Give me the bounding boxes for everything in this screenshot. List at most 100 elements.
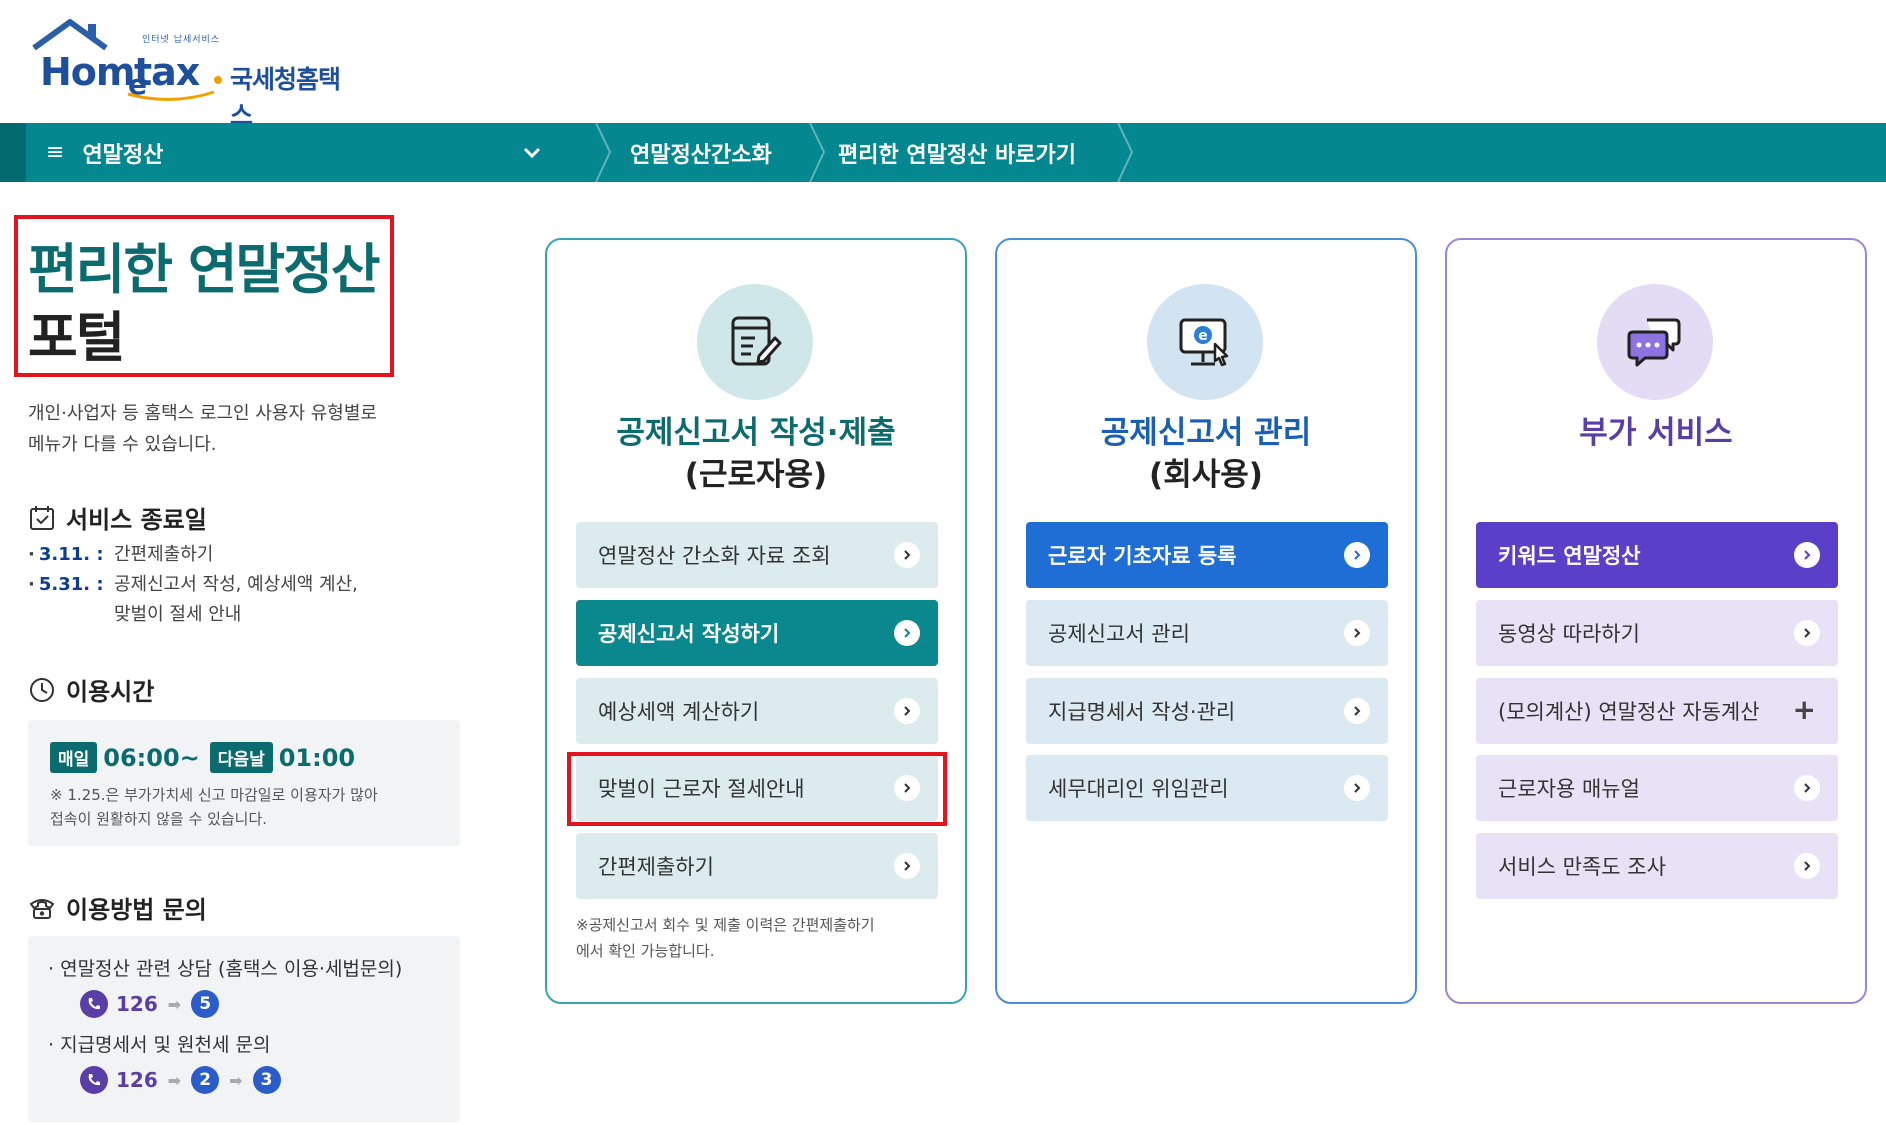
- btn-label: 서비스 만족도 조사: [1498, 855, 1666, 879]
- menu-label: 연말정산: [82, 142, 164, 168]
- chevron-down-icon[interactable]: [520, 140, 544, 164]
- breadcrumb-item-simplified[interactable]: 연말정산간소화: [630, 123, 772, 182]
- card-icon-circle: [697, 284, 813, 400]
- phone-icon: [80, 1066, 108, 1094]
- hours-box: 매일 06:00~ 다음날 01:00 ※ 1.25.은 부가가치세 신고 마감…: [28, 720, 460, 846]
- btn-label: (모의계산) 연말정산 자동계산: [1498, 700, 1760, 724]
- hours-note: ※ 1.25.은 부가가치세 신고 마감일로 이용자가 많아 접속이 원활하지 …: [50, 783, 438, 831]
- inquiry-box: 연말정산 관련 상담 (홈택스 이용·세법문의) 126 ➡ 5 지급명세서 및…: [28, 936, 460, 1122]
- end-date-text: 공제신고서 작성, 예상세액 계산, 맞벌이 절세 안내: [114, 570, 448, 630]
- page-title: 편리한 연말정산 포털: [28, 236, 381, 372]
- card-title: 공제신고서 작성·제출 (근로자용): [547, 412, 965, 496]
- intro-line: 메뉴가 다를 수 있습니다.: [28, 434, 217, 455]
- inquiry-item-label: 지급명세서 및 원천세 문의: [48, 1030, 440, 1060]
- btn-simplified-data-lookup[interactable]: 연말정산 간소화 자료 조회: [576, 522, 938, 588]
- breadcrumb-separator-icon: [595, 123, 612, 182]
- card-icon-circle: e: [1147, 284, 1263, 400]
- clock-icon: [30, 677, 54, 702]
- btn-tax-agent-delegation[interactable]: 세무대리인 위임관리: [1026, 755, 1388, 821]
- btn-mock-auto-calculation[interactable]: (모의계산) 연말정산 자동계산 +: [1476, 678, 1838, 744]
- inquiry-heading: 이용방법 문의: [28, 890, 207, 925]
- breadcrumb-separator-icon: [809, 123, 826, 182]
- btn-label: 근로자용 매뉴얼: [1498, 777, 1640, 801]
- btn-label: 예상세액 계산하기: [598, 700, 760, 724]
- card-note: ※공제신고서 회수 및 제출 이력은 간편제출하기 에서 확인 가능합니다.: [576, 912, 946, 964]
- card-employee-deduction: 공제신고서 작성·제출 (근로자용) 연말정산 간소화 자료 조회 공제신고서 …: [545, 238, 967, 1004]
- logo-brand-korean: 국세청홈택스: [230, 65, 341, 130]
- btn-label: 공제신고서 관리: [1048, 622, 1190, 646]
- btn-label: 동영상 따라하기: [1498, 622, 1640, 646]
- end-date-row: 3.11. : 간편제출하기: [28, 540, 448, 570]
- chevron-right-icon: [894, 620, 920, 646]
- card-icon-circle: [1597, 284, 1713, 400]
- chevron-right-icon: [1794, 542, 1820, 568]
- chevron-right-icon: [1794, 620, 1820, 646]
- card-title-sub: (근로자용): [684, 457, 828, 493]
- btn-label: 연말정산 간소화 자료 조회: [598, 544, 831, 568]
- chat-bubbles-icon: [1627, 318, 1681, 367]
- logo-dot-icon: [214, 76, 222, 84]
- card-title: 부가 서비스: [1447, 412, 1865, 454]
- hours-line: 매일 06:00~ 다음날 01:00: [50, 742, 438, 773]
- menu-dropdown-button[interactable]: ≡ 연말정산: [46, 123, 586, 182]
- btn-label: 공제신고서 작성하기: [598, 622, 780, 646]
- card-title-main: 부가 서비스: [1579, 415, 1733, 451]
- btn-manage-deduction-forms[interactable]: 공제신고서 관리: [1026, 600, 1388, 666]
- navbar-edge: [0, 123, 26, 182]
- plus-icon: +: [1792, 693, 1816, 726]
- btn-label: 키워드 연말정산: [1498, 544, 1641, 568]
- logo-tagline: 인터넷 납세서비스: [142, 35, 221, 45]
- dual-income-highlight-box: [567, 752, 947, 826]
- card-company-management: e 공제신고서 관리 (회사용) 근로자 기초자료 등록 공제신고서 관리 지급…: [995, 238, 1417, 1004]
- card-note-line: 에서 확인 가능합니다.: [576, 942, 715, 960]
- phone-icon: [80, 990, 108, 1018]
- end-date-text-line1: 공제신고서 작성, 예상세액 계산,: [114, 574, 358, 595]
- breadcrumb-item-shortcut[interactable]: 편리한 연말정산 바로가기: [838, 123, 1076, 182]
- btn-payment-statement[interactable]: 지급명세서 작성·관리: [1026, 678, 1388, 744]
- phone-route: 126 ➡ 2 ➡ 3: [80, 1066, 440, 1094]
- key-number: 5: [191, 990, 220, 1018]
- card-additional-services: 부가 서비스 키워드 연말정산 동영상 따라하기 (모의계산) 연말정산 자동계…: [1445, 238, 1867, 1004]
- arrow-right-icon: ➡: [229, 1070, 243, 1090]
- end-date-text-line2: 맞벌이 절세 안내: [114, 604, 242, 625]
- btn-label: 근로자 기초자료 등록: [1048, 544, 1237, 568]
- svg-text:e: e: [1198, 328, 1208, 344]
- btn-employee-manual[interactable]: 근로자용 매뉴얼: [1476, 755, 1838, 821]
- phone-route: 126 ➡ 5: [80, 990, 440, 1018]
- btn-keyword-year-end[interactable]: 키워드 연말정산: [1476, 522, 1838, 588]
- daily-badge: 매일: [50, 742, 98, 773]
- calendar-check-icon: [30, 505, 54, 530]
- breadcrumb-separator-icon: [1117, 123, 1134, 182]
- card-title-main: 공제신고서 관리: [1100, 415, 1312, 451]
- end-date-heading: 서비스 종료일: [28, 500, 207, 535]
- card-title-sub: (회사용): [1149, 457, 1263, 493]
- chevron-right-icon: [894, 542, 920, 568]
- phone-number: 126: [116, 1068, 158, 1092]
- hours-heading-label: 이용시간: [66, 678, 155, 706]
- btn-register-employee-basic-data[interactable]: 근로자 기초자료 등록: [1026, 522, 1388, 588]
- btn-video-tutorial[interactable]: 동영상 따라하기: [1476, 600, 1838, 666]
- btn-label: 세무대리인 위임관리: [1048, 777, 1229, 801]
- btn-label: 간편제출하기: [598, 855, 714, 879]
- arrow-right-icon: ➡: [167, 1070, 182, 1090]
- card-note-line: ※공제신고서 회수 및 제출 이력은 간편제출하기: [576, 916, 875, 934]
- card-title: 공제신고서 관리 (회사용): [997, 412, 1415, 496]
- logo-brand-tax: tax: [134, 50, 200, 94]
- end-date-row: 5.31. : 공제신고서 작성, 예상세액 계산, 맞벌이 절세 안내: [28, 570, 448, 630]
- end-date-list: 3.11. : 간편제출하기 5.31. : 공제신고서 작성, 예상세액 계산…: [28, 540, 448, 630]
- main-navbar: ≡ 연말정산 연말정산간소화 편리한 연말정산 바로가기: [0, 123, 1886, 182]
- intro-line: 개인·사업자 등 홈택스 로그인 사용자 유형별로: [28, 403, 377, 424]
- key-number: 2: [191, 1066, 220, 1094]
- hours-note-line: ※ 1.25.은 부가가치세 신고 마감일로 이용자가 많아: [50, 786, 378, 804]
- btn-simple-submit[interactable]: 간편제출하기: [576, 833, 938, 899]
- card-title-main: 공제신고서 작성·제출: [616, 415, 896, 451]
- logo-brand-hom: Hom: [40, 50, 136, 94]
- end-date-text: 간편제출하기: [114, 544, 214, 565]
- btn-write-deduction-form[interactable]: 공제신고서 작성하기: [576, 600, 938, 666]
- btn-satisfaction-survey[interactable]: 서비스 만족도 조사: [1476, 833, 1838, 899]
- chevron-right-icon: [1344, 698, 1370, 724]
- inquiry-heading-label: 이용방법 문의: [66, 896, 207, 924]
- end-date-value: 3.11. :: [28, 540, 114, 570]
- btn-estimate-tax[interactable]: 예상세액 계산하기: [576, 678, 938, 744]
- hometax-logo[interactable]: 인터넷 납세서비스 Hom e tax 국세청홈택스: [30, 18, 350, 130]
